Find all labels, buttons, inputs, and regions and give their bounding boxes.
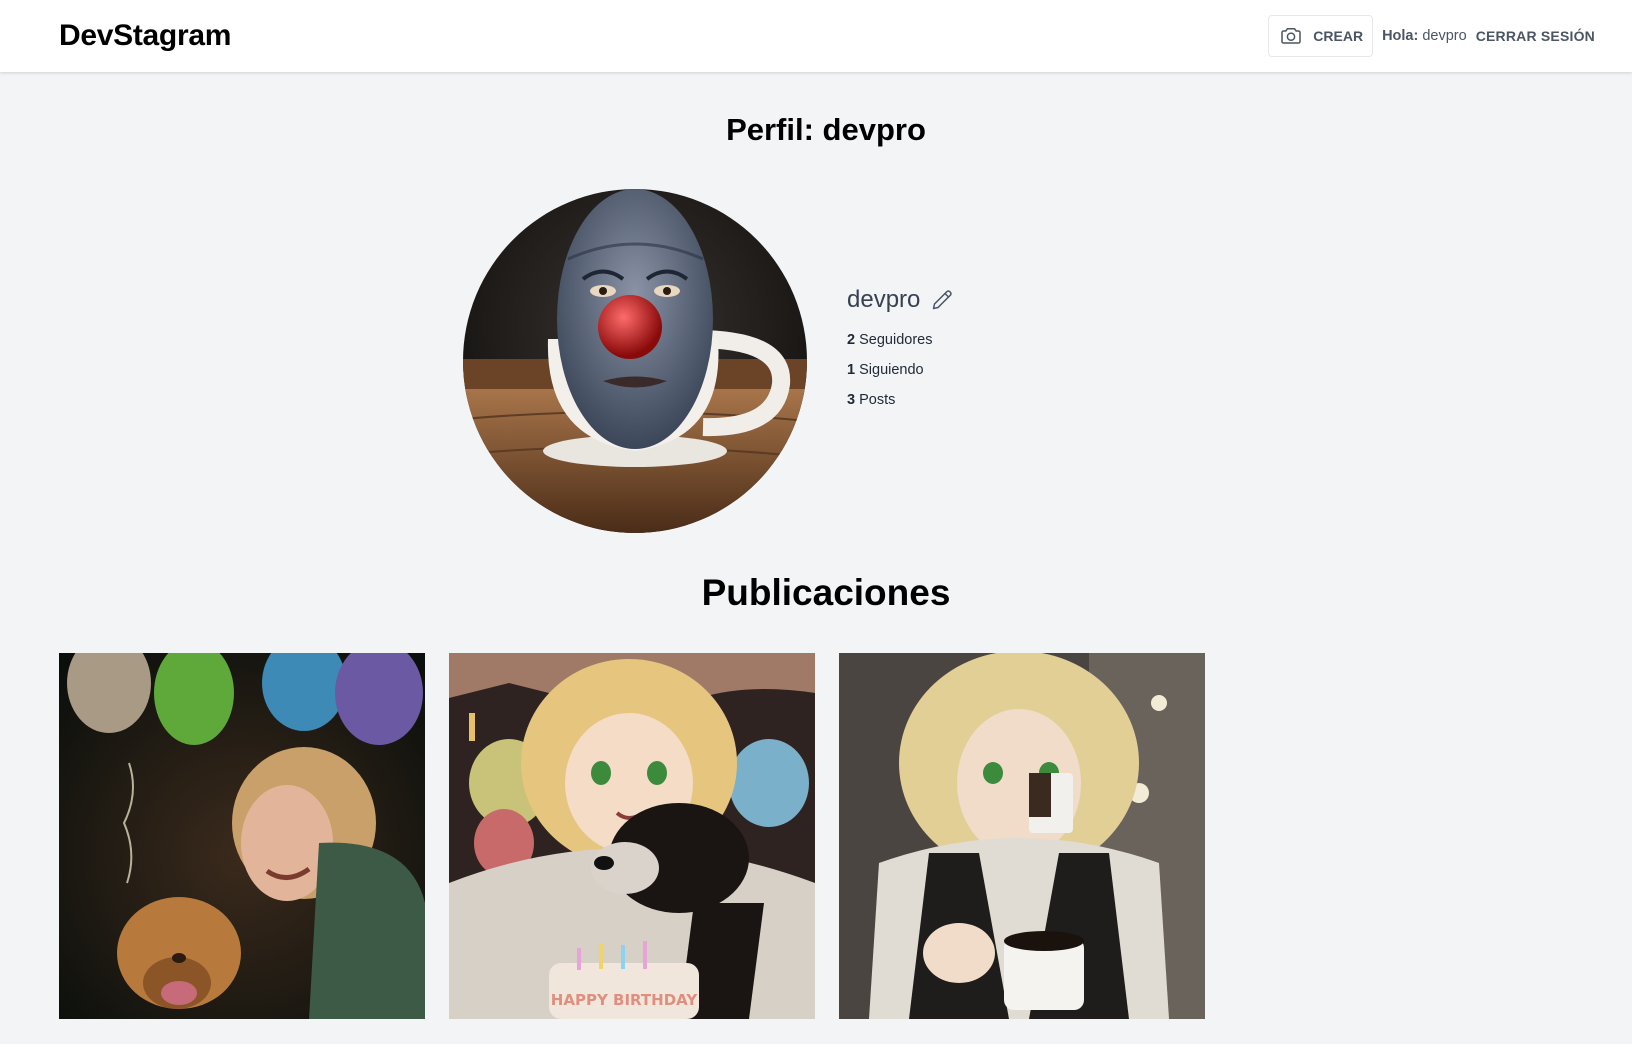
- post-thumbnail[interactable]: HAPPY BIRTHDAY: [449, 653, 815, 1019]
- username-row: devpro: [847, 286, 954, 314]
- cake-text: HAPPY BIRTHDAY: [551, 991, 699, 1009]
- app-logo[interactable]: DevStagram: [59, 19, 231, 53]
- top-navbar: DevStagram CREAR Hola: devpro CERRAR SES…: [0, 0, 1632, 72]
- followers-count: 2: [847, 332, 856, 348]
- following-label: Siguiendo: [859, 362, 924, 378]
- pencil-icon[interactable]: [930, 288, 954, 312]
- logout-link[interactable]: CERRAR SESIÓN: [1476, 28, 1595, 44]
- posts-label: Posts: [859, 392, 896, 408]
- posts-grid: HAPPY BIRTHDAY: [59, 653, 1205, 1019]
- posts-section-title: Publicaciones: [701, 572, 951, 613]
- post-thumbnail[interactable]: [59, 653, 425, 1019]
- followers-stat: 2 Seguidores: [847, 332, 954, 348]
- create-label: CREAR: [1313, 28, 1364, 44]
- greeting-label: Hola:: [1382, 28, 1419, 44]
- following-stat: 1 Siguiendo: [847, 362, 954, 378]
- followers-label: Seguidores: [859, 332, 933, 348]
- greeting-username: devpro: [1422, 28, 1467, 44]
- page-title: Perfil: devpro: [726, 112, 926, 147]
- camera-icon: [1281, 28, 1302, 44]
- greeting: Hola: devpro: [1382, 28, 1467, 44]
- user-nav: CREAR Hola: devpro CERRAR SESIÓN: [1268, 15, 1595, 57]
- post-thumbnail[interactable]: [839, 653, 1205, 1019]
- following-count: 1: [847, 362, 856, 378]
- profile-avatar: [463, 189, 807, 533]
- profile-username: devpro: [847, 286, 921, 313]
- create-post-button[interactable]: CREAR: [1268, 15, 1374, 57]
- posts-stat: 3 Posts: [847, 392, 954, 408]
- posts-count: 3: [847, 392, 856, 408]
- profile-info: devpro 2 Seguidores 1 Siguiendo 3 Posts: [847, 286, 954, 408]
